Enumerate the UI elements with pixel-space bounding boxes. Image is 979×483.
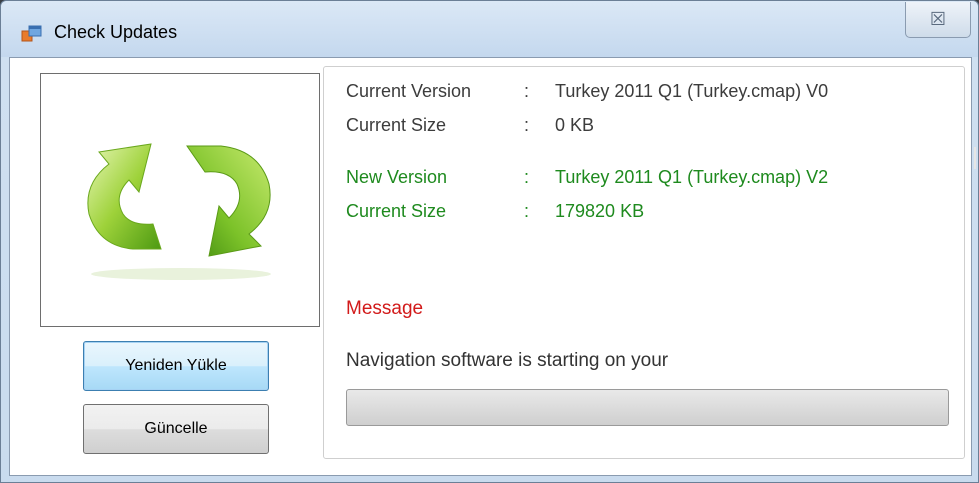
current-version-label: Current Version xyxy=(346,81,472,101)
new-size-value: 179820 KB xyxy=(555,201,645,221)
scroll-marker xyxy=(974,147,976,169)
current-size-value: 0 KB xyxy=(555,115,595,135)
update-image-frame xyxy=(40,73,320,327)
close-button[interactable]: ☒ xyxy=(905,2,971,38)
new-version-value: Turkey 2011 Q1 (Turkey.cmap) V2 xyxy=(555,167,829,187)
colon: : xyxy=(524,81,530,101)
current-size-label: Current Size xyxy=(346,115,447,135)
dialog-content: Yeniden Yükle Güncelle Current Version :… xyxy=(9,57,976,476)
title-bar[interactable]: Check Updates ☒ xyxy=(1,1,978,57)
app-window-icon xyxy=(21,25,42,42)
update-button[interactable]: Güncelle xyxy=(83,404,269,454)
message-text: Navigation software is starting on your xyxy=(346,350,669,371)
current-version-value: Turkey 2011 Q1 (Turkey.cmap) V0 xyxy=(555,81,829,101)
reload-button-label: Yeniden Yükle xyxy=(125,357,227,374)
reload-button[interactable]: Yeniden Yükle xyxy=(83,341,269,391)
check-updates-window: Check Updates ☒ Yeniden Yükle Güncelle C… xyxy=(0,0,979,483)
close-icon: ☒ xyxy=(929,9,947,29)
message-title: Message xyxy=(346,298,424,319)
update-info-panel: Current Version : Turkey 2011 Q1 (Turkey… xyxy=(323,66,976,459)
colon: : xyxy=(524,115,530,135)
colon: : xyxy=(524,167,530,187)
new-version-label: New Version xyxy=(346,167,448,187)
window-title: Check Updates xyxy=(54,22,178,42)
new-size-label: Current Size xyxy=(346,201,447,221)
download-progress-bar xyxy=(346,389,949,426)
colon: : xyxy=(524,201,530,221)
green-refresh-arrows-icon xyxy=(87,143,271,280)
update-button-label: Güncelle xyxy=(144,420,208,437)
